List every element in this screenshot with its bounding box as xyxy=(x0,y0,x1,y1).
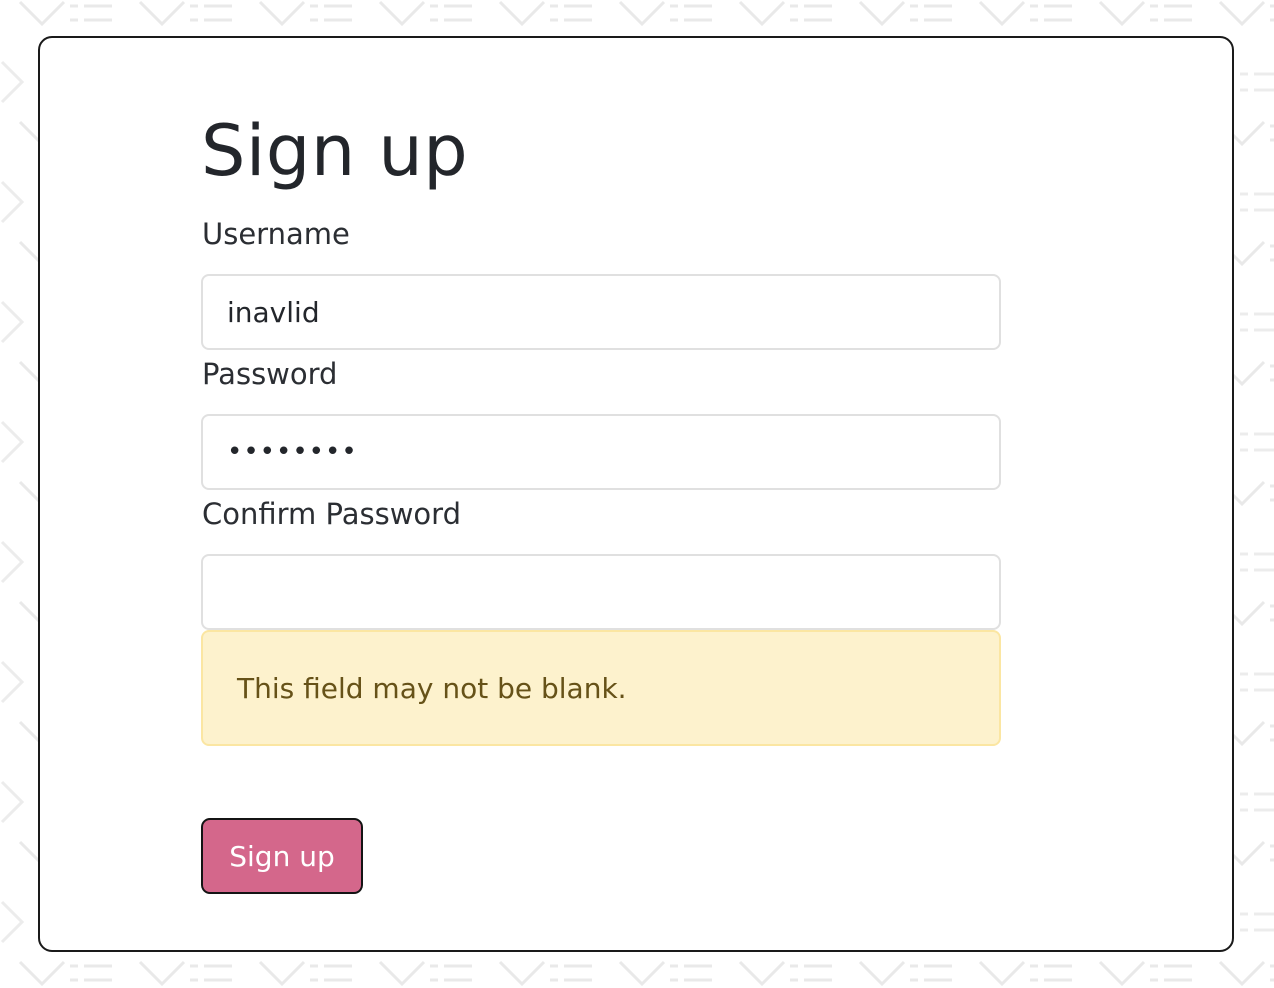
validation-alert: This field may not be blank. xyxy=(201,630,1001,746)
password-label: Password xyxy=(202,357,338,391)
confirm-password-input[interactable] xyxy=(201,554,1001,630)
sign-up-button[interactable]: Sign up xyxy=(201,818,363,894)
password-input[interactable]: •••••••• xyxy=(201,414,1001,490)
signup-card: Sign up Username inavlid Password ••••••… xyxy=(38,36,1234,952)
page-title: Sign up xyxy=(201,110,469,192)
username-label: Username xyxy=(202,217,350,251)
validation-message: This field may not be blank. xyxy=(237,671,627,705)
confirm-password-label: Confirm Password xyxy=(202,497,461,531)
username-value: inavlid xyxy=(227,295,320,329)
username-input[interactable]: inavlid xyxy=(201,274,1001,350)
password-value: •••••••• xyxy=(227,437,358,467)
